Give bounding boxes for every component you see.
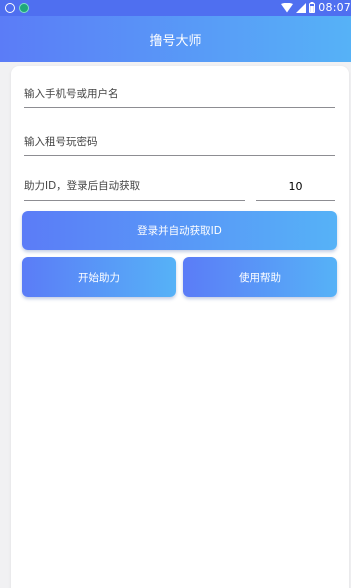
count-input[interactable] — [256, 172, 335, 200]
wifi-icon — [281, 2, 294, 12]
assist-id-field[interactable] — [24, 172, 245, 201]
signal-icon — [296, 2, 307, 13]
password-input[interactable] — [24, 128, 335, 155]
start-assist-button[interactable]: 开始助力 — [22, 257, 176, 297]
assist-id-input[interactable] — [24, 172, 245, 200]
notification-icons — [5, 3, 29, 13]
count-field[interactable] — [256, 172, 335, 201]
login-button[interactable]: 登录并自动获取ID — [22, 211, 337, 250]
phone-field[interactable] — [24, 80, 335, 108]
status-bar: 08:07 — [0, 0, 351, 16]
help-button[interactable]: 使用帮助 — [183, 257, 337, 297]
battery-icon — [309, 2, 316, 13]
system-indicators: 08:07 — [281, 1, 351, 14]
status-time: 08:07 — [318, 1, 351, 14]
app-notification-icon — [19, 3, 29, 13]
password-field[interactable] — [24, 128, 335, 156]
phone-input[interactable] — [24, 80, 335, 107]
form-card: 登录并自动获取ID 开始助力 使用帮助 — [11, 66, 349, 588]
notification-ring-icon — [5, 3, 15, 13]
app-title: 撸号大师 — [149, 33, 202, 49]
app-bar: 撸号大师 — [0, 16, 351, 62]
